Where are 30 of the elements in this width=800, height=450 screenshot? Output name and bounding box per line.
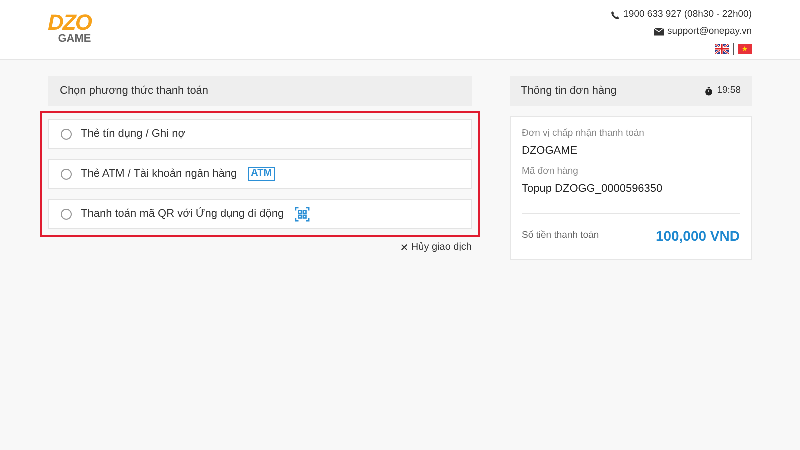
cancel-transaction-link[interactable]: Hủy giao dịch (401, 240, 472, 255)
mail-icon (654, 28, 664, 36)
phone-number: 1900 633 927 (08h30 - 22h00) (624, 8, 752, 22)
option-label: Thẻ ATM / Tài khoản ngân hàng (81, 166, 238, 182)
payment-option[interactable]: Thẻ tín dụng / Ghi nợ (48, 119, 472, 149)
section-header: Chọn phương thức thanh toán (48, 76, 472, 106)
countdown-timer: 19:58 (717, 84, 741, 98)
field-label: Mã đơn hàng (522, 164, 580, 179)
radio-button[interactable] (61, 168, 72, 180)
uk-flag-icon[interactable] (715, 44, 729, 54)
option-label: Thẻ tín dụng / Ghi nợ (81, 126, 186, 142)
total-amount: 100,000 VND (656, 226, 740, 246)
radio-button[interactable] (61, 208, 72, 220)
option-label: Thanh toán mã QR với Ứng dụng di động (81, 206, 284, 222)
payment-option[interactable]: Thẻ ATM / Tài khoản ngân hàng ATM (48, 159, 472, 189)
field-label: Đơn vị chấp nhận thanh toán (522, 127, 646, 141)
vietnam-flag-icon[interactable] (738, 44, 752, 54)
atm-badge: ATM (248, 167, 276, 181)
support-email: support@onepay.vn (668, 25, 752, 40)
field-value: Topup DZOGG_0000596350 (522, 182, 664, 197)
qr-code-icon (295, 206, 310, 222)
close-icon (401, 244, 408, 251)
field-value: DZOGAME (522, 144, 579, 160)
payment-option[interactable]: Thanh toán mã QR với Ứng dụng di động (48, 199, 472, 229)
phone-icon (610, 10, 620, 20)
radio-button[interactable] (61, 128, 72, 140)
total-label: Số tiền thanh toán (522, 228, 600, 243)
stopwatch-icon (705, 86, 714, 96)
logo[interactable]: DZO GAME (48, 8, 92, 59)
section-title: Thông tin đơn hàng (521, 84, 617, 99)
